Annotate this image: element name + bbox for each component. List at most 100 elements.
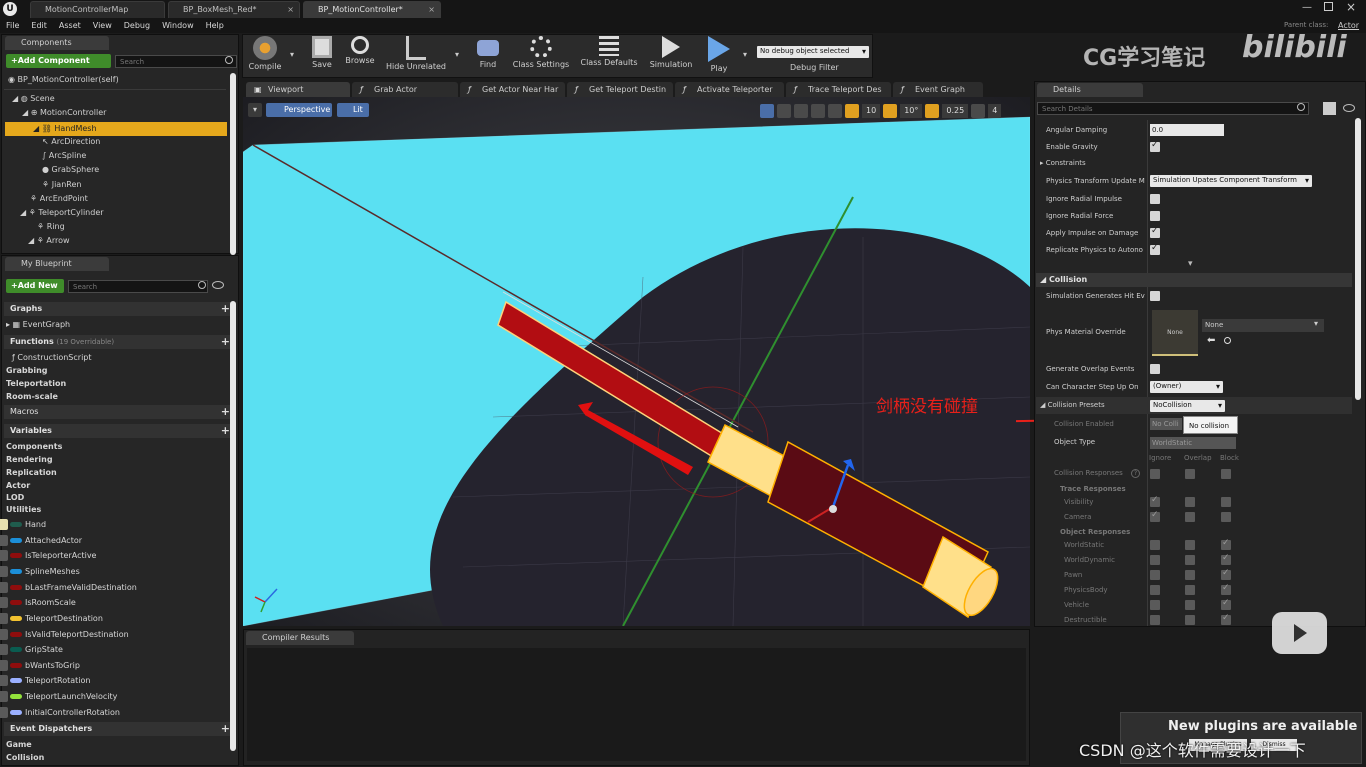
function-group-teleportation[interactable]: Teleportation — [6, 379, 66, 388]
close-icon[interactable]: × — [287, 5, 294, 14]
my-blueprint-search-input[interactable]: Search — [68, 280, 208, 293]
doc-tab-boxmesh[interactable]: BP_BoxMesh_Red* × — [168, 1, 300, 18]
menu-debug[interactable]: Debug — [118, 19, 156, 33]
visibility-eye-icon[interactable] — [0, 660, 8, 671]
add-dispatcher-icon[interactable]: + — [221, 722, 230, 735]
ignore-radial-force-checkbox[interactable] — [1150, 211, 1160, 221]
menu-view[interactable]: View — [87, 19, 118, 33]
menu-file[interactable]: File — [0, 19, 25, 33]
doc-tab-motioncontroller[interactable]: BP_MotionController* × — [303, 1, 441, 18]
visibility-eye-icon[interactable] — [0, 613, 8, 624]
add-graph-icon[interactable]: + — [221, 302, 230, 315]
my-blueprint-scrollbar[interactable] — [230, 301, 236, 751]
play-options-chevron-icon[interactable]: ▾ — [743, 50, 747, 59]
add-variable-icon[interactable]: + — [221, 424, 230, 437]
close-icon[interactable]: × — [428, 5, 435, 14]
camera-speed-icon[interactable] — [971, 103, 986, 118]
editor-tab-6[interactable]: ƒ Event Graph — [893, 82, 983, 97]
tree-item-arrow[interactable]: ◢ ⚘ Arrow — [28, 236, 70, 245]
angular-damping-input[interactable]: 0.0 — [1150, 124, 1224, 136]
my-blueprint-tab[interactable]: My Blueprint — [5, 257, 109, 271]
ignore-radial-impulse-checkbox[interactable] — [1150, 194, 1160, 204]
collision-section-header[interactable]: ◢ Collision — [1036, 273, 1352, 287]
visibility-eye-icon[interactable] — [0, 519, 8, 530]
scale-snap-icon[interactable] — [925, 103, 940, 118]
apply-impulse-checkbox[interactable] — [1150, 226, 1160, 238]
translate-tool-icon[interactable] — [760, 103, 774, 118]
debug-object-select[interactable]: No debug object selected — [757, 46, 869, 58]
hide-unrelated-chevron-icon[interactable]: ▾ — [455, 50, 459, 59]
visibility-eye-icon[interactable] — [0, 566, 8, 577]
components-tab[interactable]: Components — [5, 36, 109, 50]
physics-transform-update-select[interactable]: Simulation Upates Component Transform — [1150, 175, 1312, 187]
tree-item-teleportcylinder[interactable]: ◢ ⚘ TeleportCylinder — [20, 208, 104, 217]
add-new-button[interactable]: +Add New — [6, 279, 64, 293]
close-window-button[interactable]: × — [1346, 0, 1356, 14]
grid-snap-value[interactable]: 10 — [862, 103, 881, 118]
rotation-snap-value[interactable]: 10° — [900, 103, 923, 118]
visibility-eye-icon[interactable] — [0, 675, 8, 686]
macros-section[interactable]: Macros + — [4, 405, 236, 419]
tree-item-arcendpoint[interactable]: ⚘ ArcEndPoint — [30, 194, 88, 203]
menu-asset[interactable]: Asset — [53, 19, 87, 33]
editor-tab-5[interactable]: ƒ Trace Teleport Des — [786, 82, 891, 97]
search-icon[interactable] — [225, 56, 233, 64]
phys-material-chevron-icon[interactable]: ▾ — [1314, 319, 1318, 328]
add-component-button[interactable]: +Add Component — [6, 54, 111, 68]
construction-script-item[interactable]: ƒ ConstructionScript — [12, 353, 92, 362]
functions-section[interactable]: Functions (19 Overridable) + — [4, 335, 236, 349]
graphs-section[interactable]: Graphs + — [4, 302, 236, 316]
editor-tab-2[interactable]: ƒ Get Actor Near Har — [460, 82, 565, 97]
property-matrix-icon[interactable] — [1323, 102, 1336, 115]
visibility-eye-icon[interactable] — [0, 582, 8, 593]
event-graph-item[interactable]: ▸ ▦ EventGraph — [6, 320, 70, 329]
rotate-tool-icon[interactable] — [777, 103, 791, 118]
bilibili-tv-icon[interactable] — [1272, 612, 1327, 654]
advanced-expand-chevron-icon[interactable]: ▾ — [1188, 259, 1193, 269]
compile-options-chevron-icon[interactable]: ▾ — [290, 50, 294, 59]
dispatcher-group-game[interactable]: Game — [6, 740, 32, 749]
parent-class-value[interactable]: Actor — [1338, 21, 1359, 30]
world-space-icon[interactable] — [811, 103, 825, 118]
visibility-eye-icon[interactable] — [0, 644, 8, 655]
class-settings-button[interactable]: Class Settings — [510, 36, 572, 76]
details-tab[interactable]: Details — [1037, 83, 1143, 97]
details-search-input[interactable]: Search Details — [1037, 102, 1309, 115]
event-dispatchers-section[interactable]: Event Dispatchers + — [4, 722, 236, 736]
tree-item-grabsphere[interactable]: ● GrabSphere — [42, 165, 99, 174]
eye-icon[interactable] — [212, 281, 224, 289]
sim-generates-hit-checkbox[interactable] — [1150, 291, 1160, 301]
simulation-button[interactable]: Simulation — [648, 36, 694, 76]
tree-item-self[interactable]: ◉ BP_MotionController(self) — [8, 75, 119, 84]
components-search-input[interactable]: Search — [115, 55, 237, 68]
variables-section[interactable]: Variables + — [4, 424, 236, 438]
unreal-logo-icon[interactable]: U — [3, 2, 17, 16]
browse-magnifier-icon[interactable] — [1224, 337, 1231, 344]
perspective-button[interactable]: Perspective — [266, 103, 332, 117]
menu-help[interactable]: Help — [200, 19, 230, 33]
variable-group-components[interactable]: Components — [6, 442, 62, 451]
scale-snap-value[interactable]: 0.25 — [942, 103, 969, 118]
visibility-eye-icon[interactable] — [0, 629, 8, 640]
generate-overlap-checkbox[interactable] — [1150, 364, 1160, 374]
viewport[interactable]: ▾ Perspective Lit 10 10° 0.25 4 — [243, 97, 1030, 626]
viewport-options-button[interactable]: ▾ — [248, 103, 262, 117]
variable-group-replication[interactable]: Replication — [6, 468, 57, 477]
replicate-physics-checkbox[interactable] — [1150, 243, 1160, 255]
use-selected-arrow-icon[interactable]: ⬅ — [1207, 335, 1215, 346]
find-button[interactable]: Find — [472, 36, 504, 76]
menu-window[interactable]: Window — [156, 19, 200, 33]
search-icon[interactable] — [1297, 103, 1305, 111]
hide-unrelated-button[interactable]: Hide Unrelated — [384, 36, 448, 76]
editor-tab-1[interactable]: ƒ Grab Actor — [352, 82, 458, 97]
minimize-button[interactable]: — — [1302, 2, 1312, 13]
collision-presets-select[interactable]: NoCollision — [1150, 400, 1225, 412]
phys-material-select[interactable]: None — [1202, 319, 1324, 332]
editor-tab-3[interactable]: ƒ Get Teleport Destin — [567, 82, 673, 97]
compile-button[interactable]: Compile — [246, 36, 284, 76]
visibility-eye-icon[interactable] — [0, 550, 8, 561]
play-button[interactable]: Play — [702, 36, 736, 76]
visibility-eye-icon[interactable] — [0, 597, 8, 608]
maximize-button[interactable] — [1324, 2, 1333, 11]
eye-icon[interactable] — [1343, 104, 1355, 112]
